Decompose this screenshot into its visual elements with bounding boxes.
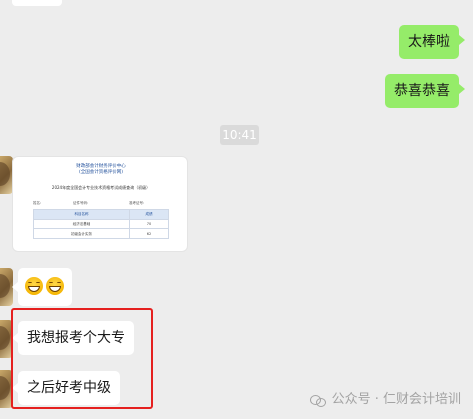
grinning-face-icon (46, 277, 64, 295)
message-out-2[interactable]: 恭喜恭喜 (385, 74, 459, 108)
table-row: 经济法基础 70 (33, 218, 169, 230)
wechat-icon (309, 393, 326, 407)
doc-info-id: 证件号码: (73, 201, 89, 205)
doc-org-subtitle: (全国会计资格评价网) (78, 170, 123, 175)
bubble-tail (459, 35, 465, 45)
previous-message-fragment (12, 0, 62, 6)
message-text: 太棒啦 (408, 34, 450, 50)
grinning-face-icon (25, 277, 43, 295)
table-header: 科目名称 (33, 209, 130, 220)
table-cell: 70 (129, 218, 169, 230)
highlight-annotation-box (11, 308, 153, 409)
bubble-tail (459, 84, 465, 94)
table-header: 成绩 (129, 209, 169, 220)
table-cell: 初级会计实务 (33, 228, 130, 239)
emoji-message[interactable] (18, 268, 72, 306)
table-row: 初级会计实务 62 (33, 228, 169, 239)
image-message-score-report[interactable]: 财政部会计财务评价中心 (全国会计资格评价网) 2024年度全国会计专业技术资格… (12, 156, 188, 252)
watermark: 公众号 · 仁财会计培训 (309, 390, 461, 410)
doc-info-row: 姓名: 证件号码: 准考证号: (33, 200, 169, 206)
message-timestamp: 10:41 (220, 125, 259, 145)
watermark-text: 公众号 · 仁财会计培训 (331, 392, 461, 407)
doc-info-name: 姓名: (33, 201, 42, 205)
doc-score-table: 科目名称 成绩 经济法基础 70 初级会计实务 62 (33, 209, 169, 239)
message-out-1[interactable]: 太棒啦 (399, 25, 459, 59)
table-cell: 经济法基础 (33, 218, 130, 230)
doc-info-exam-no: 准考证号: (129, 201, 145, 205)
table-cell: 62 (129, 228, 169, 239)
score-report-document: 财政部会计财务评价中心 (全国会计资格评价网) 2024年度全国会计专业技术资格… (23, 161, 179, 249)
message-text: 恭喜恭喜 (394, 83, 450, 99)
doc-title: 2024年度全国会计专业技术资格考试成绩查询（初级） (51, 185, 151, 190)
